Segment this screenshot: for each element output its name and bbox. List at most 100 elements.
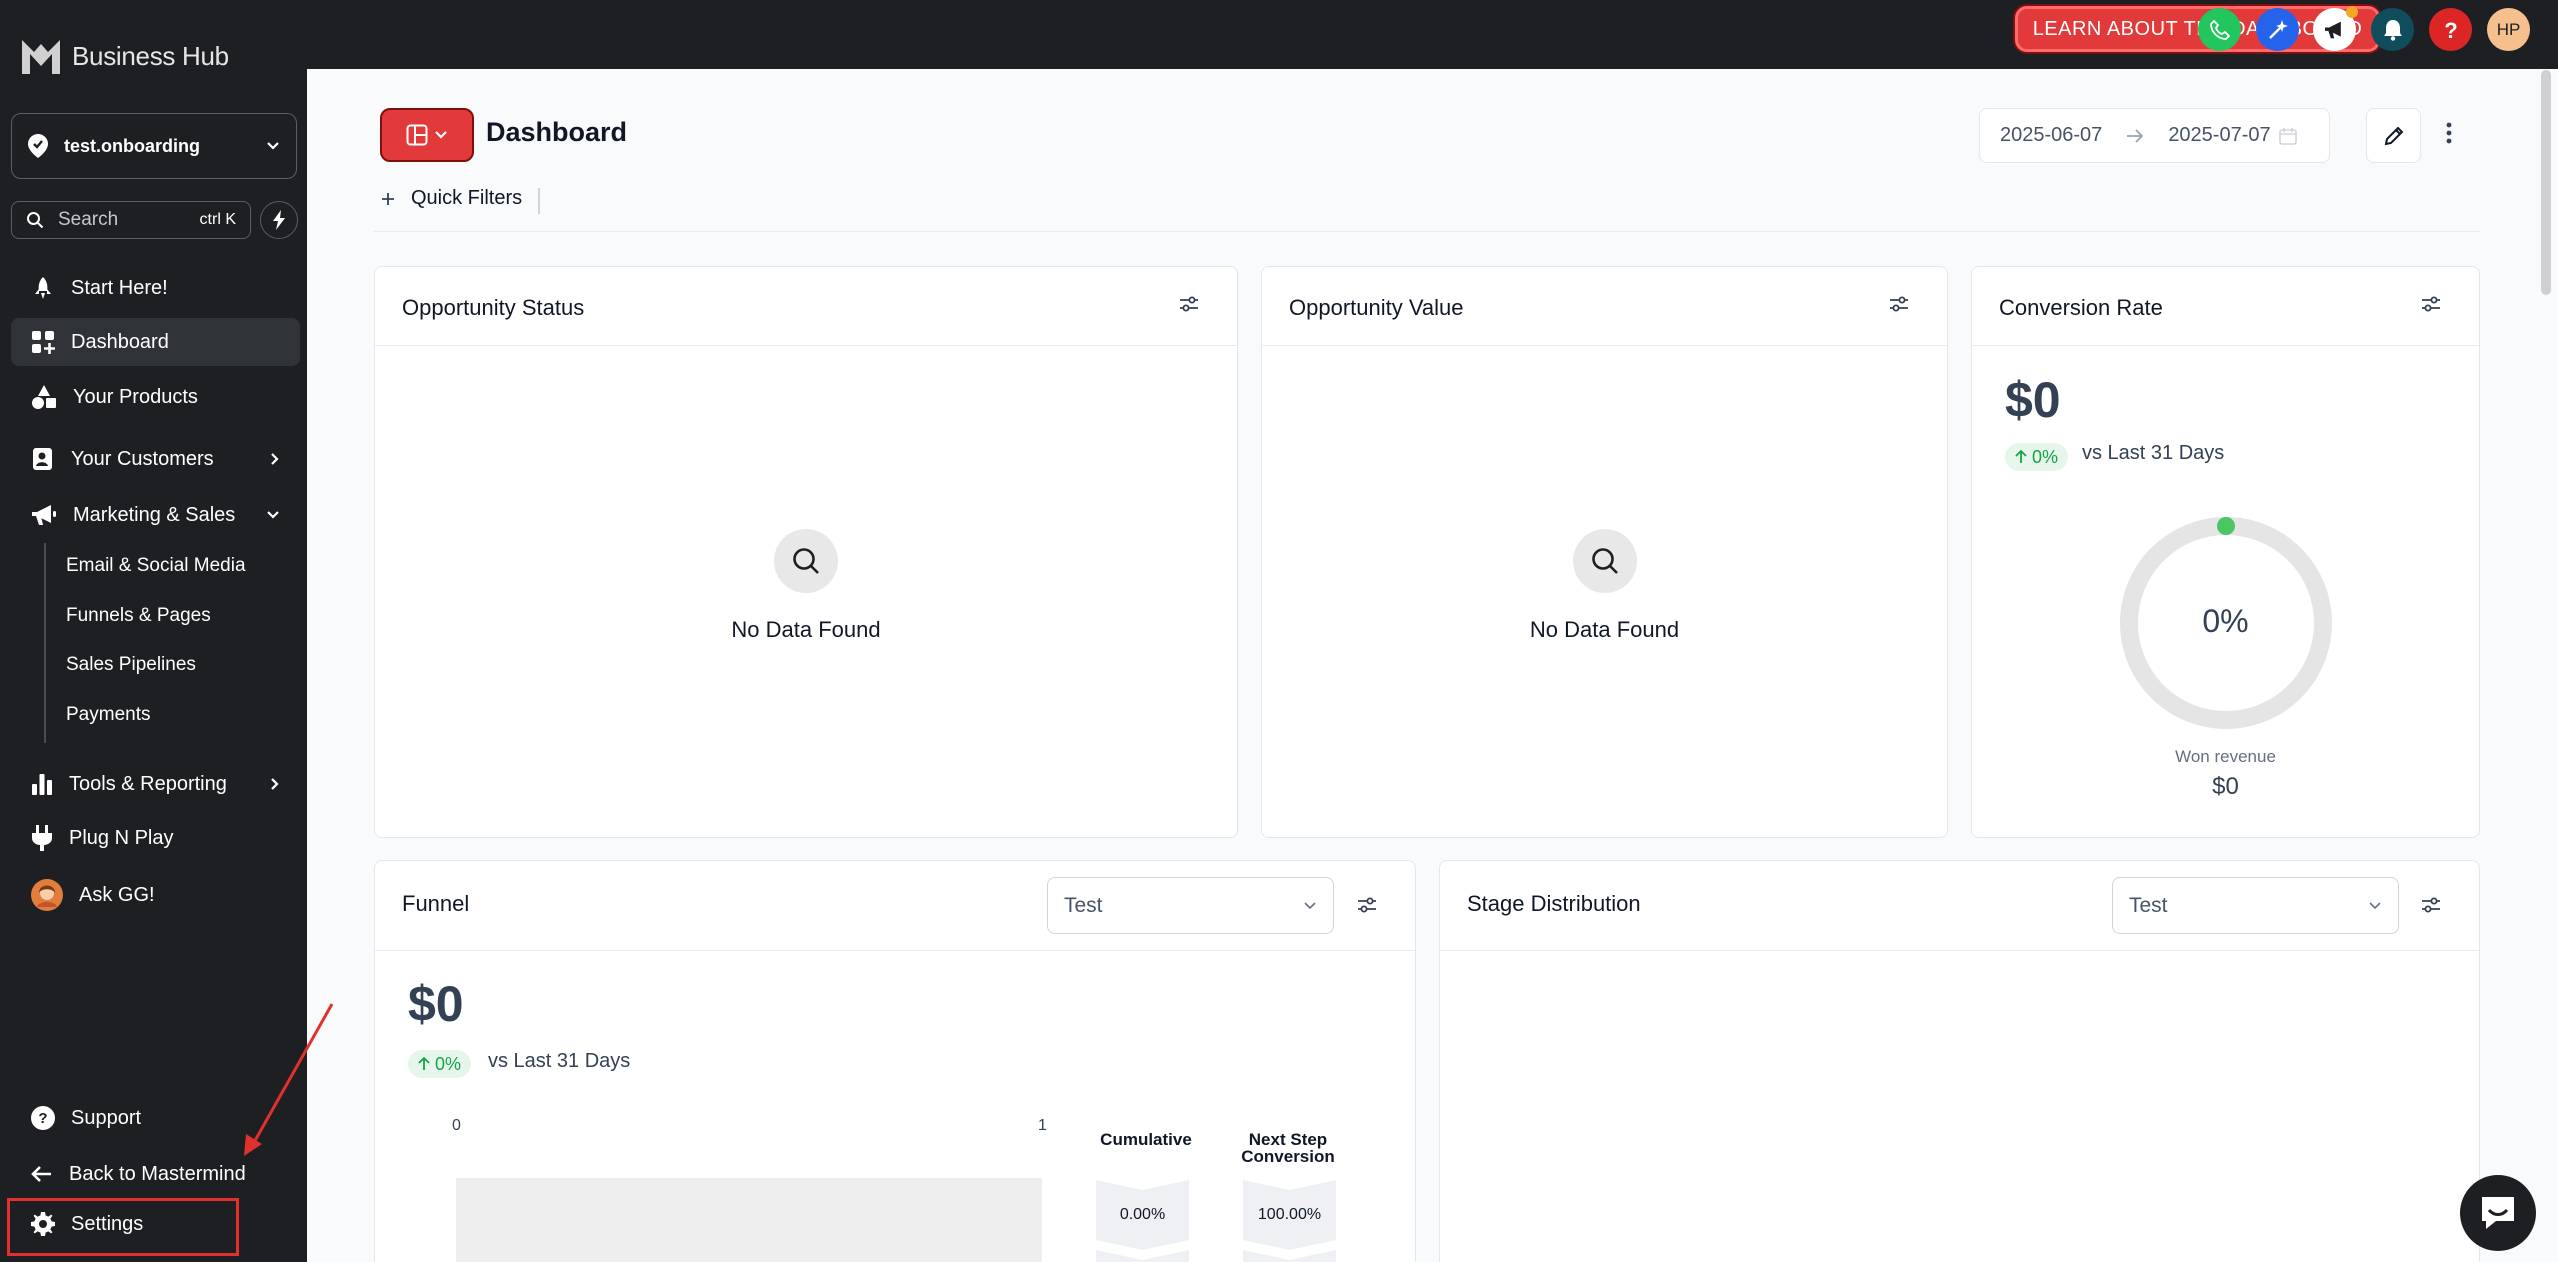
submenu-guide (44, 543, 46, 743)
divider (1262, 345, 1947, 346)
card-title: Funnel (402, 891, 470, 916)
change-value: 0% (435, 1053, 462, 1074)
conversion-value: $0 (2005, 372, 2061, 428)
phone-icon (2209, 19, 2230, 40)
sidebar-label: Back to Mastermind (69, 1162, 246, 1185)
sidebar-label: Plug N Play (69, 826, 174, 849)
search-label: Search (58, 209, 119, 230)
brand-logo[interactable]: Business Hub (20, 36, 229, 76)
quick-actions-button[interactable] (260, 201, 298, 239)
account-switcher[interactable]: test.onboarding (11, 113, 297, 179)
rocket-icon (35, 277, 51, 299)
search-shortcut: ctrl K (199, 211, 236, 228)
announcements-button[interactable] (2313, 6, 2358, 51)
chevron-down-icon (267, 511, 279, 519)
edit-dashboard-button[interactable] (2366, 108, 2421, 163)
quick-filters-button[interactable]: Quick Filters (381, 187, 522, 210)
card-title: Conversion Rate (1999, 295, 2163, 320)
sidebar-subitem-payments[interactable]: Payments (66, 704, 150, 726)
dashboard-grid-icon (32, 331, 55, 354)
sidebar-item-ask-gg[interactable]: Ask GG! (11, 871, 300, 919)
phone-button[interactable] (2198, 8, 2241, 51)
divider (1440, 950, 2479, 951)
sidebar-subitem-funnels-pages[interactable]: Funnels & Pages (66, 605, 211, 627)
sidebar-item-marketing-sales[interactable]: Marketing & Sales (11, 491, 300, 539)
empty-state-circle (1572, 529, 1637, 593)
bell-icon (2383, 19, 2402, 41)
select-value: Test (2129, 893, 2168, 917)
arrow-right-icon (2127, 128, 2144, 143)
question-icon: ? (2444, 19, 2457, 41)
card-title: Stage Distribution (1467, 891, 1641, 916)
filter-settings-icon[interactable] (2421, 294, 2441, 314)
plug-icon (32, 825, 52, 851)
shapes-icon (32, 385, 56, 409)
conversion-rate-card: Conversion Rate $0 0% vs Last 31 Days 0%… (1971, 266, 2480, 838)
location-pin-icon (28, 134, 48, 158)
settings-highlight-box (7, 1198, 239, 1256)
page-scrollbar[interactable] (2541, 70, 2551, 295)
notification-dot (2346, 6, 2358, 18)
sidebar-subitem-sales-pipelines[interactable]: Sales Pipelines (66, 654, 196, 676)
help-button[interactable]: ? (2429, 8, 2472, 51)
more-options-icon[interactable] (2446, 122, 2452, 144)
sparkle-wand-icon (2268, 19, 2288, 39)
user-avatar[interactable]: HP (2487, 8, 2530, 51)
date-start: 2025-06-07 (2000, 124, 2103, 146)
filter-settings-icon[interactable] (1179, 294, 1199, 314)
chat-bubble-icon (2482, 1197, 2514, 1229)
date-range-picker[interactable]: 2025-06-07 2025-07-07 (1979, 108, 2330, 163)
sidebar-item-products[interactable]: Your Products (11, 373, 300, 421)
filter-settings-icon[interactable] (1889, 294, 1909, 314)
sidebar-item-tools-reporting[interactable]: Tools & Reporting (11, 760, 300, 808)
change-badge: 0% (408, 1050, 472, 1078)
account-name: test.onboarding (64, 135, 200, 156)
filter-settings-icon[interactable] (1357, 895, 1377, 915)
stage-distribution-card: Stage Distribution Test (1439, 860, 2480, 1262)
contact-card-icon (33, 448, 52, 470)
next-step-header-line2: Conversion (1241, 1147, 1335, 1166)
search-icon (793, 548, 819, 574)
sidebar: Business Hub test.onboarding Search ctrl… (0, 0, 334, 1262)
plus-icon (382, 192, 394, 205)
search-icon (27, 212, 44, 229)
divider (375, 950, 1415, 951)
axis-tick-label: 1 (1038, 1117, 1047, 1134)
arrow-up-icon (2015, 450, 2027, 463)
quick-filters-label: Quick Filters (411, 187, 523, 209)
bar-chart-icon (32, 774, 52, 795)
chat-widget-button[interactable] (2460, 1175, 2536, 1251)
sidebar-label: Your Customers (71, 447, 214, 470)
select-value: Test (1064, 893, 1103, 917)
chevron-down-icon (1304, 901, 1316, 909)
divider (375, 345, 1237, 346)
sidebar-label: Start Here! (71, 276, 168, 299)
ai-assist-button[interactable] (2256, 8, 2299, 51)
notifications-button[interactable] (2371, 8, 2414, 51)
sidebar-item-start-here[interactable]: Start Here! (11, 264, 300, 312)
cumulative-header: Cumulative (1100, 1130, 1192, 1149)
search-icon (1591, 548, 1618, 574)
empty-state-circle (774, 529, 838, 593)
sidebar-subitem-email-social[interactable]: Email & Social Media (66, 555, 246, 577)
sidebar-item-plug-n-play[interactable]: Plug N Play (11, 814, 300, 862)
next-step-value-chevron: 100.00% (1243, 1180, 1336, 1250)
logo-mark-icon (22, 40, 60, 74)
divider (1972, 345, 2479, 346)
date-end: 2025-07-07 (2168, 124, 2271, 146)
search-input[interactable]: Search ctrl K (11, 201, 251, 239)
sidebar-item-customers[interactable]: Your Customers (11, 435, 300, 483)
funnel-pipeline-select[interactable]: Test (1047, 877, 1334, 934)
sidebar-item-dashboard[interactable]: Dashboard (11, 318, 300, 366)
brand-name: Business Hub (72, 40, 229, 71)
chevron-right-icon (271, 778, 279, 790)
svg-text:?: ? (2444, 19, 2457, 41)
opportunity-value-card: Opportunity Value No Data Found (1261, 266, 1948, 838)
dashboard-switcher-button[interactable] (380, 108, 474, 162)
comparison-label: vs Last 31 Days (488, 1050, 631, 1072)
svg-text:?: ? (38, 1110, 47, 1127)
pencil-icon (2384, 126, 2403, 145)
stage-pipeline-select[interactable]: Test (2112, 877, 2399, 934)
sidebar-label: Tools & Reporting (69, 772, 227, 795)
filter-settings-icon[interactable] (2421, 895, 2441, 915)
